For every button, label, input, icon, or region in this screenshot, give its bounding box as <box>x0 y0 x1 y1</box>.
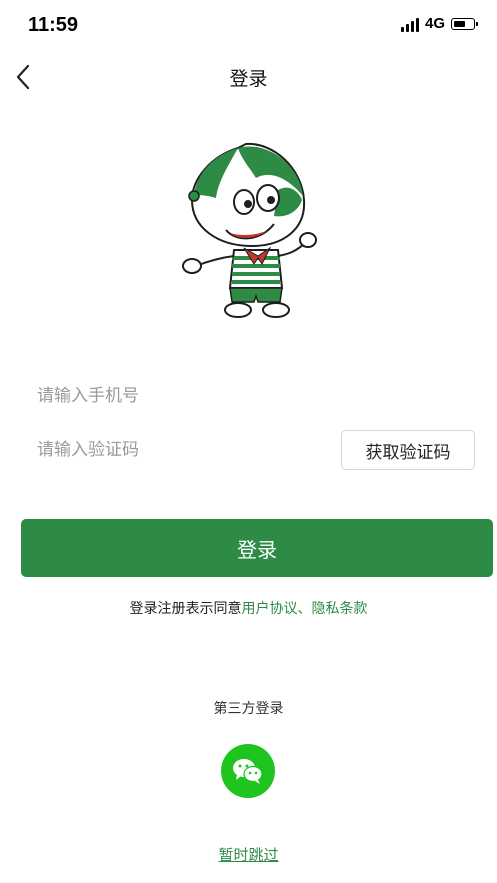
status-indicators: 4G <box>400 15 478 32</box>
page-title: 登录 <box>229 68 268 90</box>
login-button[interactable]: 登录 <box>21 519 493 577</box>
phone-input-row <box>37 376 477 416</box>
battery-icon <box>451 17 478 30</box>
third-party-title: 第三方登录 <box>213 701 284 717</box>
wechat-login-button[interactable] <box>221 744 275 798</box>
verification-code-input[interactable] <box>37 430 317 470</box>
status-bar: 11:59 4G <box>0 0 497 52</box>
terms-link[interactable]: 用户协议 <box>242 601 298 617</box>
skip-link[interactable]: 暂时跳过 <box>218 846 278 864</box>
phone-input[interactable] <box>37 376 317 416</box>
mascot-character-icon <box>182 142 317 318</box>
skip-link-row: 暂时跳过 <box>0 844 497 865</box>
network-type: 4G <box>424 15 445 32</box>
signal-icon <box>400 16 419 32</box>
nav-bar: 登录 <box>0 52 497 102</box>
agreement-separator: 、 <box>297 601 312 617</box>
agreement-prefix: 登录注册表示同意 <box>129 601 242 617</box>
status-time: 11:59 <box>28 14 79 36</box>
agreement-text: 登录注册表示同意用户协议、隐私条款 <box>0 598 497 618</box>
privacy-link[interactable]: 隐私条款 <box>312 601 368 617</box>
code-input-row: 获取验证码 <box>37 430 477 470</box>
get-code-button[interactable]: 获取验证码 <box>341 430 475 470</box>
wechat-icon <box>233 759 263 784</box>
